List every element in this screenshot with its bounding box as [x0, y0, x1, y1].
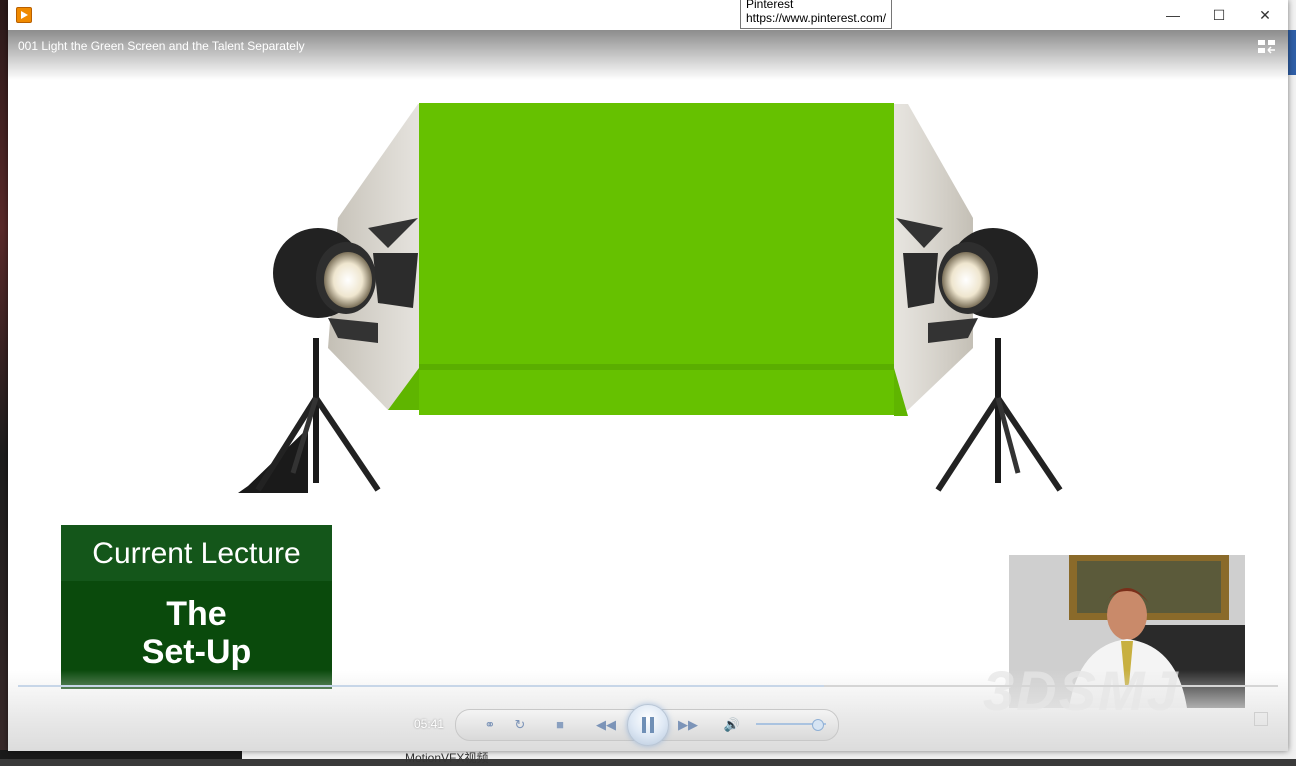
top-overlay	[8, 30, 1288, 80]
video-title: 001 Light the Green Screen and the Talen…	[18, 39, 305, 53]
volume-slider-handle[interactable]	[812, 719, 824, 731]
lecture-title-line-1: The	[166, 595, 227, 633]
fast-forward-button[interactable]: ▶▶	[678, 715, 698, 735]
taskbar-item-label: MotionVFX视频	[405, 751, 489, 765]
maximize-button[interactable]: ☐	[1196, 0, 1242, 30]
lecture-heading: Current Lecture	[61, 525, 332, 581]
video-area[interactable]: 001 Light the Green Screen and the Talen…	[8, 30, 1288, 751]
layout-toggle-icon[interactable]	[1258, 40, 1276, 54]
title-bar: — ☐ ✕	[8, 0, 1288, 30]
studio-illustration	[238, 103, 1063, 493]
player-window: — ☐ ✕ 001 Light the Green Screen and the…	[8, 0, 1288, 751]
seek-bar-fill	[18, 685, 825, 687]
pause-button[interactable]	[627, 704, 669, 746]
expand-icon[interactable]	[1254, 712, 1268, 726]
player-app-icon	[16, 7, 32, 23]
stop-button[interactable]: ■	[550, 715, 570, 735]
volume-icon[interactable]: 🔊	[722, 715, 742, 735]
current-lecture-card: Current Lecture The Set-Up	[61, 525, 332, 689]
minimize-button[interactable]: —	[1150, 0, 1196, 30]
url-tooltip: Pinterest https://www.pinterest.com/	[740, 0, 893, 29]
lecture-title: The Set-Up	[61, 581, 332, 671]
seek-bar[interactable]	[18, 685, 1278, 687]
tooltip-url: https://www.pinterest.com/	[746, 11, 887, 25]
watermark-logo: 3DSMJ	[983, 659, 1180, 722]
desktop-background-bottom	[0, 750, 242, 759]
loop-icon[interactable]: ↻	[510, 715, 530, 735]
audio-sync-icon[interactable]: ⚭	[480, 715, 500, 735]
current-time: 05:41	[414, 717, 445, 731]
lecture-title-line-2: Set-Up	[141, 633, 252, 671]
rewind-button[interactable]: ◀◀	[596, 715, 616, 735]
taskbar-strip	[242, 750, 1296, 759]
tooltip-site-name: Pinterest	[746, 0, 794, 11]
close-button[interactable]: ✕	[1242, 0, 1288, 30]
